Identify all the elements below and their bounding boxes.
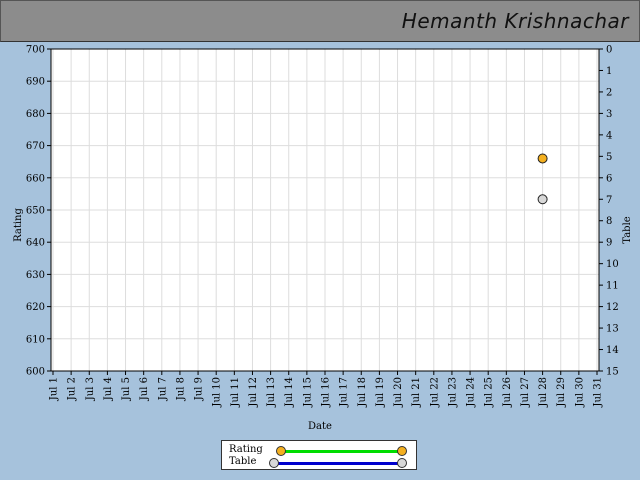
left-tick-label: 630 <box>26 270 45 281</box>
right-tick-label: 10 <box>606 259 619 270</box>
left-tick-label: 690 <box>26 77 45 88</box>
right-tick-label: 3 <box>606 109 612 120</box>
x-tick-label: Jul 20 <box>393 377 404 408</box>
right-tick-label: 8 <box>606 216 612 227</box>
legend-item-table: Table <box>222 456 418 469</box>
right-tick-label: 2 <box>606 87 612 98</box>
x-tick-label: Jul 28 <box>538 377 549 408</box>
x-tick-label: Jul 27 <box>520 377 531 408</box>
x-tick-label: Jul 4 <box>103 377 114 401</box>
right-tick-label: 9 <box>606 238 612 249</box>
x-tick-label: Jul 7 <box>157 377 168 401</box>
legend-label-rating: Rating <box>229 444 263 455</box>
x-tick-label: Jul 8 <box>175 377 186 401</box>
right-axis-label: Table <box>622 216 633 243</box>
x-tick-label: Jul 15 <box>302 377 313 408</box>
x-tick-label: Jul 2 <box>67 377 78 401</box>
x-tick-label: Jul 30 <box>574 377 585 408</box>
x-tick-label: Jul 25 <box>484 377 495 408</box>
left-tick-label: 610 <box>26 334 45 345</box>
data-point-table <box>537 194 548 205</box>
x-tick-label: Jul 6 <box>139 377 150 401</box>
x-tick-label: Jul 9 <box>194 377 205 401</box>
left-tick-label: 650 <box>26 206 45 217</box>
left-axis-ticks: 600 610 620 630 640 650 660 670 680 690 700 <box>26 45 51 378</box>
x-tick-label: Jul 13 <box>266 377 277 408</box>
x-tick-label: Jul 1 <box>49 377 60 401</box>
rating-table-chart: 600610620630640650660670680690700 012345… <box>13 45 633 433</box>
x-tick-label: Jul 10 <box>212 377 223 408</box>
x-tick-label: Jul 17 <box>339 377 350 408</box>
left-tick-label: 600 <box>26 367 45 378</box>
x-tick-label: Jul 19 <box>375 377 386 408</box>
left-axis-label: Rating <box>13 208 24 242</box>
x-tick-label: Jul 26 <box>502 377 513 408</box>
x-tick-label: Jul 31 <box>593 377 604 408</box>
x-tick-label: Jul 24 <box>466 377 477 408</box>
legend: Rating Table <box>221 440 417 470</box>
right-tick-label: 11 <box>606 281 619 292</box>
right-tick-label: 0 <box>606 45 612 56</box>
x-tick-label: Jul 29 <box>556 377 567 408</box>
right-tick-label: 12 <box>606 302 619 313</box>
x-tick-label: Jul 21 <box>411 377 422 408</box>
x-tick-label: Jul 22 <box>429 377 440 408</box>
x-tick-label: Jul 12 <box>248 377 259 408</box>
right-tick-label: 1 <box>606 66 612 77</box>
data-point-rating <box>537 153 548 164</box>
legend-line-table <box>274 462 402 465</box>
right-tick-label: 15 <box>606 367 619 378</box>
left-tick-label: 640 <box>26 238 45 249</box>
legend-marker-rating-right <box>397 446 407 456</box>
left-tick-label: 620 <box>26 302 45 313</box>
right-tick-label: 5 <box>606 152 612 163</box>
legend-label-table: Table <box>229 456 257 467</box>
x-tick-label: Jul 11 <box>230 377 241 408</box>
legend-line-rating <box>280 450 402 453</box>
legend-marker-table-left <box>269 458 279 468</box>
right-tick-label: 14 <box>606 345 619 356</box>
left-tick-label: 700 <box>26 45 45 56</box>
right-tick-label: 7 <box>606 195 612 206</box>
x-tick-label: Jul 5 <box>121 377 132 401</box>
legend-marker-table-right <box>397 458 407 468</box>
x-axis-label: Date <box>308 421 332 432</box>
left-tick-label: 670 <box>26 141 45 152</box>
x-tick-label: Jul 16 <box>321 377 332 408</box>
x-tick-label: Jul 18 <box>357 377 368 408</box>
legend-marker-rating-left <box>276 446 286 456</box>
right-axis-ticks: 0123456789101112131415 <box>599 45 619 378</box>
x-tick-label: Jul 14 <box>284 377 295 408</box>
right-tick-label: 6 <box>606 173 612 184</box>
x-axis-ticks: Jul 1 Jul 2 Jul 3 Jul 4 Jul 5 Jul 6 Jul 7 Jul 8… <box>49 371 604 408</box>
x-tick-label: Jul 23 <box>447 377 458 408</box>
right-tick-label: 13 <box>606 324 619 335</box>
left-tick-label: 680 <box>26 109 45 120</box>
x-tick-label: Jul 3 <box>85 377 96 401</box>
right-tick-label: 4 <box>606 130 612 141</box>
left-tick-label: 660 <box>26 173 45 184</box>
